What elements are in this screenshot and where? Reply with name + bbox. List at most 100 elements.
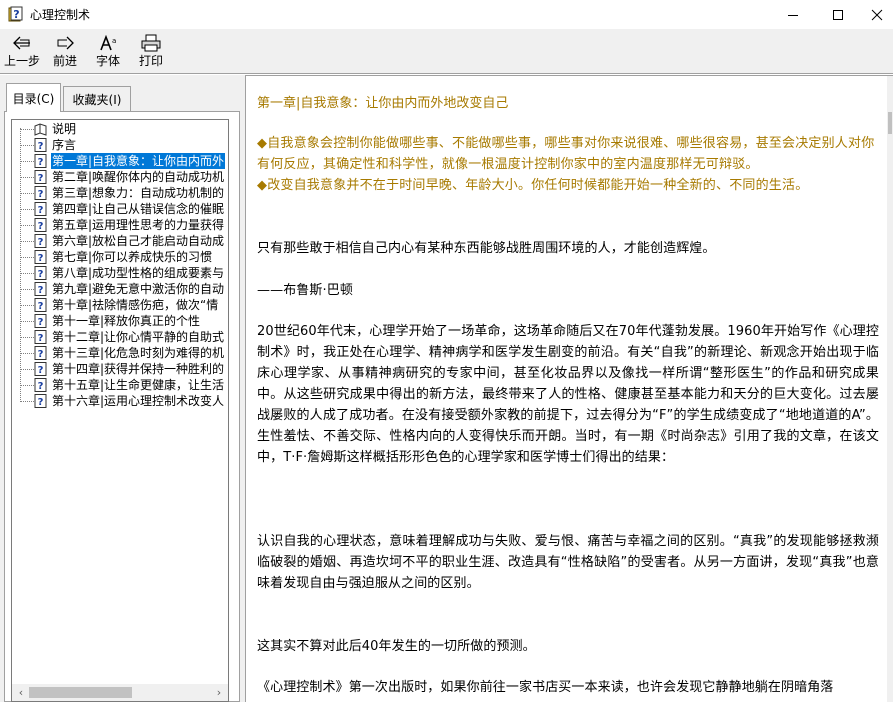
content-pane: 第一章|自我意象：让你由内而外地改变自己 ◆自我意象会控制你能做哪些事、不能做哪… xyxy=(245,75,893,702)
tree-item-label: 第十一章|释放你真正的个性 xyxy=(52,314,201,328)
help-page-icon: ? xyxy=(34,282,47,296)
help-page-icon: ? xyxy=(34,234,47,248)
body-paragraph: 《心理控制术》第一次出版时，如果你前往一家书店买一本来读，也许会发现它静静地躺在… xyxy=(257,680,834,695)
tree-connector-line xyxy=(20,273,34,274)
tree-item[interactable]: ? 第六章|放松自己才能启动自动成 xyxy=(12,233,228,249)
font-label: 字体 xyxy=(95,54,120,68)
tree-item-label: 第十二章|让你心情平静的自助式 xyxy=(52,330,225,344)
tree-connector-line xyxy=(20,177,34,178)
help-page-icon: ? xyxy=(34,186,47,200)
tree-item[interactable]: ? 第十章|祛除情感伤疤，做次“情 xyxy=(12,297,228,313)
svg-text:?: ? xyxy=(38,205,44,216)
tree-item[interactable]: ? 第一章|自我意象：让你由内而外 xyxy=(12,153,228,169)
tab-contents[interactable]: 目录(C) xyxy=(6,83,61,112)
scrollbar-thumb[interactable] xyxy=(29,687,132,698)
maximize-button[interactable] xyxy=(815,0,861,29)
book-icon xyxy=(34,123,47,136)
svg-text:?: ? xyxy=(38,189,44,200)
tree-item[interactable]: ? 第十一章|释放你真正的个性 xyxy=(12,313,228,329)
close-icon xyxy=(871,9,883,20)
minimize-button[interactable] xyxy=(770,0,816,29)
font-button[interactable]: a 字体 xyxy=(89,32,127,72)
tree-connector-line xyxy=(20,129,34,130)
key-point: ◆改变自我意象并不在于时间早晚、年龄大小。你任何时候都能开始一种全新的、不同的生… xyxy=(257,178,809,193)
svg-text:?: ? xyxy=(38,317,44,328)
tree-connector-line xyxy=(20,209,34,210)
tree-connector-line xyxy=(20,289,34,290)
chapter-title: 第一章|自我意象：让你由内而外地改变自己 xyxy=(257,96,509,111)
svg-text:?: ? xyxy=(38,381,44,392)
tree-connector-line xyxy=(20,225,34,226)
svg-text:?: ? xyxy=(38,269,44,280)
tree-item[interactable]: ? 第九章|避免无意中激活你的自动 xyxy=(12,281,228,297)
tree-item-label: 第二章|唤醒你体内的自动成功机 xyxy=(52,170,225,184)
tree-connector-line xyxy=(20,193,34,194)
print-button[interactable]: 打印 xyxy=(132,32,170,72)
toolbar: 上一步 前进 a 字体 打印 xyxy=(0,29,893,74)
horizontal-scrollbar[interactable]: ‹ › xyxy=(12,684,228,701)
tab-favorites[interactable]: 收藏夹(I) xyxy=(63,86,131,112)
contents-tree[interactable]: 说明? 序言? 第一章|自我意象：让你由内而外? 第二章|唤醒你体内的自动成功机? 第三… xyxy=(11,119,229,702)
tree-item[interactable]: ? 第三章|想象力：自动成功机制的 xyxy=(12,185,228,201)
help-page-icon: ? xyxy=(34,218,47,232)
tree-connector-line xyxy=(20,369,34,370)
printer-icon xyxy=(141,34,161,52)
quote-paragraph: 只有那些敢于相信自己内心有某种东西能够战胜周围环境的人，才能创造辉煌。 xyxy=(257,241,716,256)
tree-item-label: 第三章|想象力：自动成功机制的 xyxy=(52,186,225,200)
tree-connector-line xyxy=(20,241,34,242)
tree-item-label: 第十五章|让生命更健康，让生活 xyxy=(52,378,225,392)
key-point: ◆自我意象会控制你能做哪些事、不能做哪些事，哪些事对你来说很难、哪些很容易，甚至… xyxy=(257,136,875,172)
tree-item[interactable]: ? 第四章|让自己从错误信念的催眠 xyxy=(12,201,228,217)
help-page-icon: ? xyxy=(34,362,47,376)
forward-button[interactable]: 前进 xyxy=(46,32,84,72)
svg-text:?: ? xyxy=(38,349,44,360)
tree-item[interactable]: ? 第十三章|化危急时刻为难得的机 xyxy=(12,345,228,361)
vertical-scrollbar-thumb[interactable] xyxy=(888,112,892,134)
svg-text:a: a xyxy=(112,37,116,45)
help-page-icon: ? xyxy=(34,346,47,360)
body-paragraph: 这其实不算对此后40年发生的一切所做的预测。 xyxy=(257,639,536,654)
window-title: 心理控制术 xyxy=(30,8,91,22)
tree-item-label: 说明 xyxy=(52,122,77,136)
body-paragraph: 认识自我的心理状态，意味着理解成功与失败、爱与恨、痛苦与幸福之间的区别。“真我”… xyxy=(257,534,879,591)
tree-item-label: 第九章|避免无意中激活你的自动 xyxy=(52,282,225,296)
help-page-icon: ? xyxy=(34,378,47,392)
tree-item[interactable]: ? 第十六章|运用心理控制术改变人 xyxy=(12,393,228,409)
forward-arrow-icon xyxy=(57,36,74,50)
vertical-scrollbar[interactable] xyxy=(887,76,893,702)
scroll-right-icon[interactable]: › xyxy=(212,686,226,699)
help-page-icon: ? xyxy=(34,138,47,152)
tree-item[interactable]: ? 序言 xyxy=(12,137,228,153)
tree-item-label: 第十章|祛除情感伤疤，做次“情 xyxy=(52,298,219,312)
help-page-icon: ? xyxy=(34,394,47,408)
tree-item-label: 第六章|放松自己才能启动自动成 xyxy=(52,234,225,248)
quote-attribution: ——布鲁斯·巴顿 xyxy=(257,283,353,298)
tree-item-label: 序言 xyxy=(52,138,77,152)
help-page-icon: ? xyxy=(34,250,47,264)
tree-item[interactable]: ? 第十二章|让你心情平静的自助式 xyxy=(12,329,228,345)
tree-connector-line xyxy=(20,161,34,162)
tree-item[interactable]: ? 第八章|成功型性格的组成要素与 xyxy=(12,265,228,281)
tree-item[interactable]: ? 第二章|唤醒你体内的自动成功机 xyxy=(12,169,228,185)
tree-item[interactable]: ? 第十四章|获得并保持一种胜利的 xyxy=(12,361,228,377)
tree-item-label: 第十四章|获得并保持一种胜利的 xyxy=(52,362,225,376)
back-arrow-icon xyxy=(13,36,30,50)
tree-connector-line xyxy=(20,401,34,402)
close-button[interactable] xyxy=(861,0,893,29)
tree-item[interactable]: 说明 xyxy=(12,121,228,137)
tree-item[interactable]: ? 第五章|运用理性思考的力量获得 xyxy=(12,217,228,233)
font-icon: a xyxy=(100,35,116,51)
tree-item[interactable]: ? 第七章|你可以养成快乐的习惯 xyxy=(12,249,228,265)
svg-text:?: ? xyxy=(38,173,44,184)
help-page-icon: ? xyxy=(34,298,47,312)
navigation-panel: 收藏夹(I) 目录(C) 说明? 序言? 第一章|自我意象：让你由内而外? 第二章|唤… xyxy=(0,75,240,702)
back-button[interactable]: 上一步 xyxy=(2,32,42,72)
svg-text:?: ? xyxy=(38,141,44,152)
maximize-icon xyxy=(833,9,843,20)
scroll-left-icon[interactable]: ‹ xyxy=(14,686,28,699)
tree-item-label: 第一章|自我意象：让你由内而外 xyxy=(51,153,226,169)
tree-item-label: 第五章|运用理性思考的力量获得 xyxy=(52,218,225,232)
tree-item[interactable]: ? 第十五章|让生命更健康，让生活 xyxy=(12,377,228,393)
tree-item-label: 第四章|让自己从错误信念的催眠 xyxy=(52,202,225,216)
tree-item-label: 第七章|你可以养成快乐的习惯 xyxy=(52,250,213,264)
